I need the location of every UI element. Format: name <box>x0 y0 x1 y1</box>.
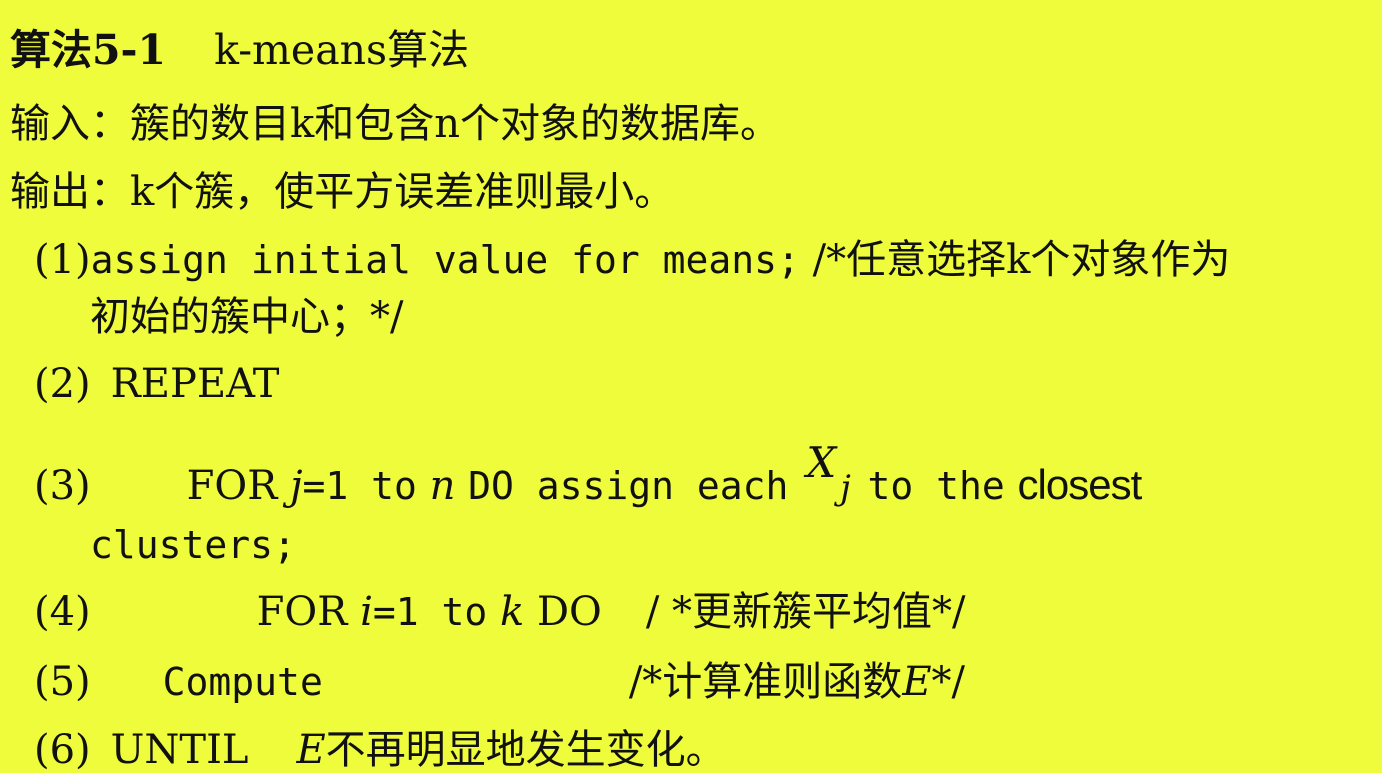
loop-bound: n <box>429 463 456 509</box>
step-code: =1 to <box>372 590 488 634</box>
step-keyword: FOR <box>186 463 278 509</box>
step-number: (3) <box>34 463 91 509</box>
algorithm-label: 算法5-1 <box>10 26 167 74</box>
step-comment: /*计算准则函数 <box>628 659 903 705</box>
algorithm-name: k-means算法 <box>214 26 470 74</box>
algorithm-title: 算法5-1 k-means算法 <box>10 30 469 71</box>
step-code: to the <box>867 464 1005 508</box>
step-comment: /*任意选择k个对象作为 <box>812 237 1231 283</box>
step-number: (2) <box>34 361 91 407</box>
step-code: Compute <box>162 660 323 704</box>
x-symbol: X <box>806 438 837 487</box>
step-code: REPEAT <box>110 361 280 407</box>
step-1-continuation: 初始的簇中心；*/ <box>90 294 404 340</box>
step-number: (4) <box>34 589 91 635</box>
step-code: =1 to <box>302 464 417 508</box>
step-code: DO assign each <box>468 464 789 508</box>
criterion-variable: E <box>902 659 932 705</box>
step-5: (5) Compute /*计算准则函数E*/ <box>34 662 965 702</box>
step-keyword: FOR <box>256 589 348 635</box>
step-text: 不再明显地发生变化。 <box>325 727 726 773</box>
criterion-variable: E <box>296 727 326 773</box>
step-code: assign initial value for means; <box>90 238 800 282</box>
step-1: (1)assign initial value for means; /*任意选… <box>34 240 1230 280</box>
loop-variable: j <box>290 463 303 509</box>
step-2: (2) REPEAT <box>34 364 279 404</box>
step-number: (5) <box>34 659 91 705</box>
input-line: 输入：簇的数目k和包含n个对象的数据库。 <box>10 101 780 147</box>
step-3: (3) FOR j=1 to n DO assign each Xj to the … <box>34 442 1143 509</box>
step-4: (4) FOR i=1 to k DO / *更新簇平均值*/ <box>34 592 965 632</box>
x-subscript: j <box>840 468 851 508</box>
step-number: (1) <box>34 237 91 283</box>
loop-variable: i <box>360 589 373 635</box>
step-comment-end: */ <box>931 659 965 705</box>
emphasis-word: closest <box>1017 461 1143 508</box>
step-number: (6) <box>34 727 91 773</box>
step-3-continuation: clusters; <box>90 523 296 567</box>
x-j-symbol: Xj <box>806 442 850 506</box>
step-6: (6) UNTIL E不再明显地发生变化。 <box>34 730 726 770</box>
loop-bound: k <box>499 589 525 635</box>
step-code: DO <box>536 589 602 635</box>
page: { "title": { "label": "算法5-1", "name": "… <box>0 0 1382 772</box>
step-code: UNTIL <box>110 727 249 773</box>
output-line: 输出：k个簇，使平方误差准则最小。 <box>10 169 675 215</box>
step-comment: / *更新簇平均值*/ <box>645 589 966 635</box>
